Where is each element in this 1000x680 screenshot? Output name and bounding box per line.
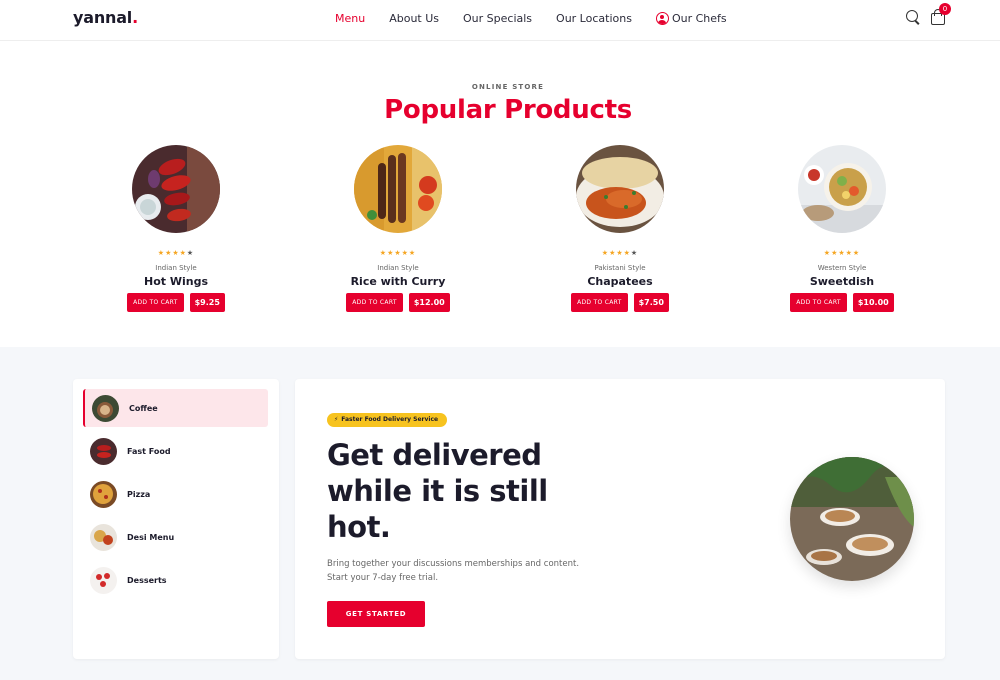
price-badge: $9.25 [189, 293, 225, 312]
desi-menu-thumbnail [90, 523, 117, 551]
add-to-cart-button[interactable]: ADD TO CART [346, 293, 403, 312]
category-item-fast-food[interactable]: Fast Food [83, 432, 268, 470]
star-icon: ★ [823, 249, 832, 257]
product-name: Sweetdish [809, 275, 875, 288]
star-icon: ★ [179, 249, 187, 257]
category-label: Desi Menu [127, 532, 175, 542]
category-label: Pizza [127, 489, 151, 499]
nav-menu[interactable]: Menu [335, 12, 365, 25]
get-started-button[interactable]: GET STARTED [327, 601, 425, 627]
pizza-thumbnail [90, 480, 117, 508]
section-eyebrow: ONLINE STORE [471, 83, 545, 91]
add-to-cart-button[interactable]: ADD TO CART [790, 293, 847, 312]
rating-stars: ★★★★★ [545, 249, 695, 258]
product-style: Pakistani Style [594, 264, 646, 272]
desserts-thumbnail [90, 566, 117, 594]
coffee-cups-image [790, 457, 914, 581]
category-label: Fast Food [127, 446, 171, 456]
star-icon: ★ [157, 249, 166, 257]
delivery-pill: ⚡ Faster Food Delivery Service [327, 413, 448, 427]
nav-our-chefs[interactable]: Our Chefs [655, 11, 727, 25]
rating-stars: ★★★★★ [767, 249, 917, 258]
product-card: ★★★★★ Indian Style Rice with Curry ADD T… [323, 145, 473, 312]
delivery-pill-label: Faster Food Delivery Service [341, 416, 439, 423]
nav-about-us[interactable]: About Us [389, 12, 439, 25]
price-badge: $7.50 [633, 293, 669, 312]
chapatees-image[interactable] [576, 145, 664, 233]
star-icon: ★ [845, 249, 853, 257]
nav-our-locations[interactable]: Our Locations [556, 12, 632, 25]
category-item-coffee[interactable]: Coffee [83, 389, 268, 427]
product-name: Hot Wings [143, 275, 208, 288]
main-nav: Menu About Us Our Specials Our Locations… [335, 10, 751, 26]
nav-our-chefs-label: Our Chefs [671, 11, 727, 25]
star-icon: ★ [601, 249, 610, 257]
star-icon: ★ [186, 249, 195, 257]
nav-our-specials[interactable]: Our Specials [463, 12, 532, 25]
star-icon: ★ [630, 249, 639, 257]
hero-card: ⚡ Faster Food Delivery Service Get delive… [295, 379, 945, 659]
rating-stars: ★★★★★ [101, 249, 251, 258]
product-name: Chapatees [587, 275, 653, 288]
star-icon: ★ [616, 249, 624, 257]
category-list: Coffee Fast Food Pizza Desi Menu Dessert… [73, 379, 279, 659]
rice-with-curry-image[interactable] [354, 145, 442, 233]
category-label: Coffee [129, 403, 158, 413]
product-style: Indian Style [377, 264, 419, 272]
star-icon: ★ [401, 249, 409, 257]
hero-text: Bring together your discussions membersh… [327, 559, 580, 583]
rating-stars: ★★★★★ [323, 249, 473, 258]
star-icon: ★ [852, 249, 861, 257]
product-card: ★★★★★ Western Style Sweetdish ADD TO CAR… [767, 145, 917, 312]
add-to-cart-button[interactable]: ADD TO CART [571, 293, 628, 312]
hero-title: Get delivered while it is still hot. [327, 438, 548, 544]
category-item-desi-menu[interactable]: Desi Menu [83, 518, 268, 556]
fast-food-thumbnail [90, 437, 117, 465]
star-icon: ★ [172, 249, 180, 257]
category-item-pizza[interactable]: Pizza [83, 475, 268, 513]
add-to-cart-button[interactable]: ADD TO CART [127, 293, 184, 312]
user-circle-icon [655, 11, 669, 25]
star-icon: ★ [379, 249, 388, 257]
site-header: yannal. Menu About Us Our Specials Our L… [0, 0, 1000, 41]
star-icon: ★ [394, 249, 402, 257]
star-icon: ★ [623, 249, 631, 257]
logo[interactable]: yannal. [73, 8, 138, 27]
product-card: ★★★★★ Indian Style Hot Wings ADD TO CART… [101, 145, 251, 312]
coffee-thumbnail [92, 394, 119, 422]
lightning-icon: ⚡ [334, 416, 339, 423]
category-label: Desserts [127, 575, 167, 585]
product-style: Western Style [817, 264, 867, 272]
cart-count-badge: 0 [939, 3, 951, 15]
category-item-desserts[interactable]: Desserts [83, 561, 268, 599]
star-icon: ★ [838, 249, 846, 257]
product-name: Rice with Curry [350, 275, 446, 288]
hot-wings-image[interactable] [132, 145, 220, 233]
section-title: Popular Products [384, 95, 632, 125]
product-style: Indian Style [155, 264, 197, 272]
price-badge: $10.00 [852, 293, 894, 312]
star-icon: ★ [408, 249, 417, 257]
product-card: ★★★★★ Pakistani Style Chapatees ADD TO C… [545, 145, 695, 312]
search-icon[interactable] [905, 9, 921, 25]
sweetdish-image[interactable] [798, 145, 886, 233]
price-badge: $12.00 [408, 293, 450, 312]
